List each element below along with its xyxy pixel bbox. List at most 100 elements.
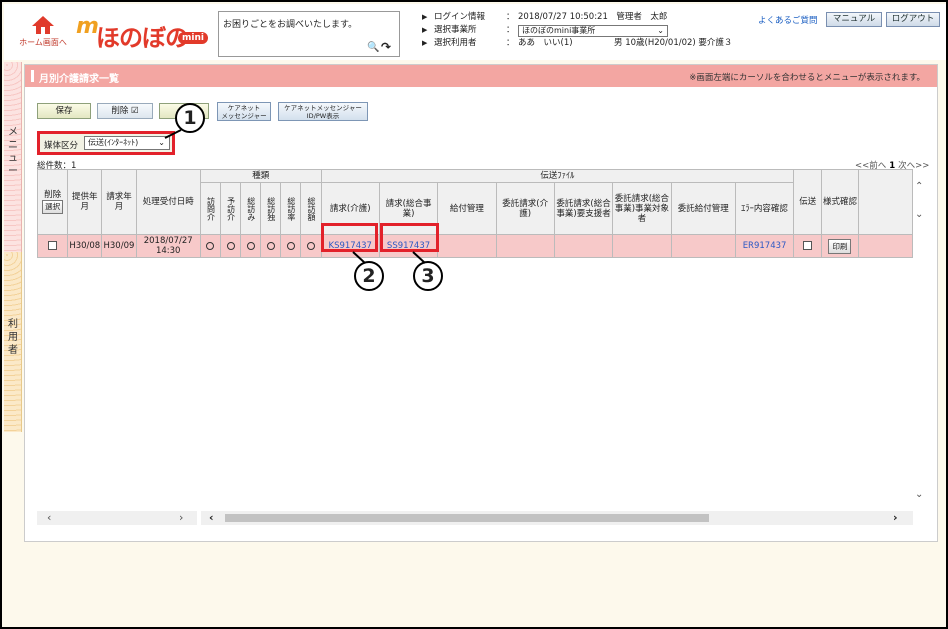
chevron-right-icon[interactable]: › — [893, 511, 898, 525]
header-bill-month: 請求年月 — [101, 169, 137, 235]
triangle-icon: ▶ — [422, 26, 428, 34]
header-kind-4: 総訪独 — [260, 182, 282, 235]
office-select[interactable]: ほのぼのmini事業所 ⌄ — [518, 24, 668, 37]
chevron-down-icon[interactable]: ⌄ — [915, 209, 923, 220]
header: ホーム画面へ m ほのぼの mini お困りごとをお調べいたします。 🔍 ↷ ▶… — [4, 4, 946, 60]
header-send: 伝送 — [793, 169, 823, 235]
help-search-placeholder: お困りごとをお調べいたします。 — [223, 20, 358, 30]
cell-kind-4 — [260, 234, 282, 258]
header-benefit: 給付管理 — [437, 182, 497, 235]
delete-button[interactable]: 削除 ☑ — [97, 103, 153, 119]
selected-user-detail: 男 10歳(H20/01/02) 要介護３ — [614, 38, 733, 48]
header-received: 処理受付日時 — [135, 169, 201, 235]
billing-table: 削除 選択 提供年月 請求年月 処理受付日時 種類 伝送ﾌｧｲﾙ 伝送 様式確認 … — [36, 169, 914, 258]
vertical-scrollbar[interactable]: ⌃ ⌄ ⌄ — [913, 169, 927, 509]
cell-consign-care — [495, 234, 555, 258]
search-icon[interactable]: 🔍 — [367, 42, 379, 53]
side-user-tab[interactable]: 利用者 — [4, 252, 22, 432]
error-file-link[interactable]: ER917437 — [743, 241, 787, 251]
cell-kind-2 — [220, 234, 242, 258]
carenet-messenger-button[interactable]: ケアネット メッセンジャー — [217, 102, 271, 121]
main-panel: 月別介護請求一覧 ※画面左端にカーソルを合わせるとメニューが表示されます。 保存… — [24, 64, 938, 542]
title-bar: 月別介護請求一覧 ※画面左端にカーソルを合わせるとメニューが表示されます。 — [25, 65, 937, 87]
header-kind-3: 総訪み — [240, 182, 262, 235]
header-consign-benefit: 委託給付管理 — [670, 182, 736, 235]
chevron-left-icon[interactable]: ‹ — [209, 511, 214, 525]
header-kind-6: 総訪額 — [300, 182, 322, 235]
office-label: 選択事業所 — [434, 25, 477, 35]
circle-icon — [246, 241, 255, 250]
carenet-idpw-button[interactable]: ケアネットメッセンジャー ID/PW表示 — [278, 102, 368, 121]
header-kind-2: 予訪介 — [220, 182, 242, 235]
cell-kind-1 — [199, 234, 222, 258]
home-label: ホーム画面へ — [19, 38, 67, 47]
header-delete: 削除 選択 — [36, 169, 69, 235]
chevron-left-icon[interactable]: ‹ — [47, 511, 51, 525]
home-button[interactable]: ホーム画面へ — [18, 14, 68, 52]
chevron-down-icon[interactable]: ⌄ — [915, 489, 923, 500]
save-button[interactable]: 保存 — [37, 103, 91, 119]
circle-icon — [307, 241, 315, 250]
cell-kind-6 — [300, 234, 322, 258]
print-button[interactable]: 印刷 — [828, 238, 852, 254]
callout-pointers — [352, 251, 426, 264]
side-user-label: 利用者 — [8, 319, 18, 356]
header-form: 様式確認 — [821, 169, 859, 235]
faq-link[interactable]: よくあるご質問 — [758, 14, 818, 26]
circle-icon — [286, 241, 295, 250]
triangle-icon: ▶ — [422, 13, 428, 21]
help-search-input[interactable]: お困りごとをお調べいたします。 🔍 ↷ — [218, 11, 400, 57]
login-info-label: ログイン情報 — [434, 12, 486, 22]
logout-button[interactable]: ログアウト — [886, 12, 940, 27]
user-label: 選択利用者 — [434, 38, 477, 48]
selected-user-name: ああ いい(1) — [518, 38, 573, 48]
title-marker — [31, 70, 34, 82]
header-spacer — [857, 169, 914, 235]
header-kind-1: 訪問介 — [199, 182, 222, 235]
manual-button[interactable]: マニュアル — [826, 12, 882, 27]
app-window: ホーム画面へ m ほのぼの mini お困りごとをお調べいたします。 🔍 ↷ ▶… — [0, 0, 948, 629]
cell-kind-5 — [280, 234, 302, 258]
session-info: ▶ ログイン情報 ： 2018/07/27 10:50:21 管理者 太郎 ▶ … — [422, 12, 733, 48]
media-type-select[interactable]: 伝送(ｲﾝﾀｰﾈｯﾄ) ⌄ — [84, 136, 170, 150]
horizontal-scrollbar[interactable]: ‹ › — [201, 511, 913, 525]
cell-received: 2018/07/27 14:30 — [135, 234, 201, 258]
chevron-up-icon[interactable]: ⌃ — [915, 181, 923, 192]
circle-icon — [226, 241, 235, 250]
chevron-down-icon: ⌄ — [657, 25, 664, 35]
cell-spacer — [857, 234, 914, 258]
login-info-value: 2018/07/27 10:50:21 管理者 太郎 — [518, 12, 668, 22]
header-error: ｴﾗｰ内容確認 — [734, 182, 795, 235]
side-menu-tab[interactable]: メニュー — [4, 62, 22, 252]
header-consign-target: 委託請求(総合事業)事業対象者 — [612, 182, 672, 235]
media-type-label: 媒体区分 — [44, 141, 79, 151]
highlight-box-3 — [380, 223, 439, 252]
menu-hint-note: ※画面左端にカーソルを合わせるとメニューが表示されます。 — [689, 73, 925, 83]
triangle-icon: ▶ — [422, 39, 428, 47]
header-kind-group: 種類 — [199, 169, 322, 183]
scroll-thumb[interactable] — [225, 514, 709, 522]
select-all-button[interactable]: 選択 — [42, 200, 64, 214]
page-title: 月別介護請求一覧 — [39, 74, 119, 85]
row-send-checkbox[interactable] — [803, 241, 813, 250]
table-row: H30/08 H30/09 2018/07/27 14:30 KS917437 S… — [36, 234, 914, 258]
chevron-right-icon[interactable]: › — [179, 511, 183, 525]
header-transfer-group: 伝送ﾌｧｲﾙ — [320, 169, 795, 183]
callout-pointer — [164, 129, 182, 139]
header-consign-support: 委託請求(総合事業)要支援者 — [553, 182, 614, 235]
media-type-filter: 媒体区分 伝送(ｲﾝﾀｰﾈｯﾄ) ⌄ — [37, 131, 175, 155]
cell-bill-month: H30/09 — [101, 234, 137, 258]
checkbox-icon: ☑ — [131, 106, 139, 116]
row-delete-checkbox[interactable] — [48, 241, 58, 250]
cell-benefit — [437, 234, 497, 258]
header-kind-5: 総訪率 — [280, 182, 302, 235]
side-menu-label: メニュー — [8, 127, 18, 177]
circle-icon — [266, 241, 275, 250]
header-consign-care: 委託請求(介護) — [495, 182, 555, 235]
horizontal-scrollbar-fixed[interactable]: ‹ › — [37, 511, 197, 525]
callout-2: 2 — [354, 261, 384, 291]
cell-consign-benefit — [670, 234, 736, 258]
cell-consign-support — [553, 234, 614, 258]
redo-arrow-icon[interactable]: ↷ — [381, 40, 391, 54]
cell-kind-3 — [240, 234, 262, 258]
